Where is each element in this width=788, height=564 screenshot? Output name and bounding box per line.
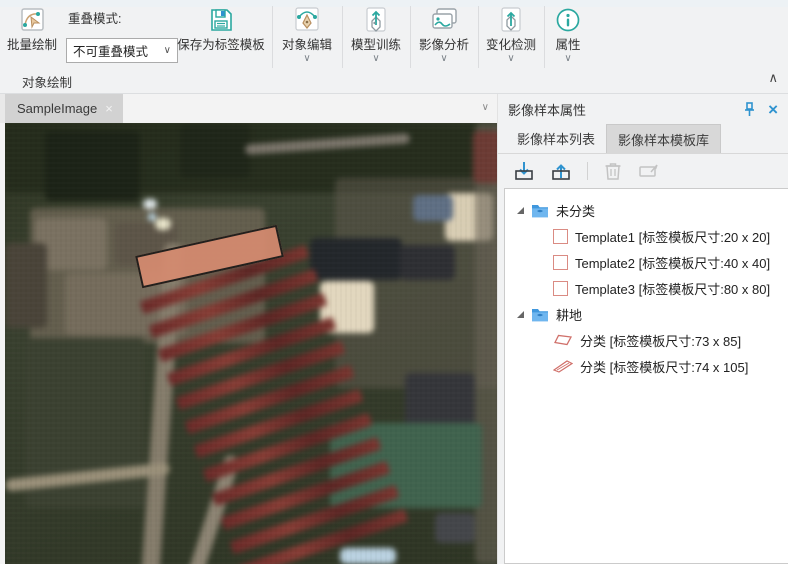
overlap-mode-select[interactable]: 不可重叠模式 ∨: [66, 38, 178, 63]
map-view[interactable]: [5, 123, 497, 564]
tree-item-template2[interactable]: Template2 [标签模板尺寸:40 x 40]: [505, 249, 788, 275]
tag-train-icon: [344, 2, 408, 38]
batch-draw-label: 批量绘制: [0, 38, 64, 53]
menu-model-training[interactable]: 模型训练 ∨: [344, 2, 408, 65]
sample-properties-panel: 影像样本属性 × 影像样本列表 影像样本模板库: [497, 94, 788, 564]
tree-item-template3[interactable]: Template3 [标签模板尺寸:80 x 80]: [505, 275, 788, 301]
template-square-icon: [553, 229, 568, 244]
folder-label: 耕地: [556, 305, 582, 324]
satellite-image: [5, 123, 497, 564]
ribbon-separator: [272, 6, 273, 68]
menu-image-analysis[interactable]: 影像分析 ∨: [412, 2, 476, 65]
tab-list-chevron-icon[interactable]: ∨: [482, 102, 489, 113]
content-area: SampleImage × ∨: [0, 94, 788, 564]
close-icon[interactable]: ×: [105, 101, 113, 116]
template-parallelogram-icon: [553, 333, 573, 347]
tree-item-label: 分类 [标签模板尺寸:74 x 105]: [580, 357, 748, 376]
ribbon-separator: [544, 6, 545, 68]
save-icon: [170, 2, 272, 38]
tree-item-label: Template1 [标签模板尺寸:20 x 20]: [575, 227, 770, 246]
info-icon: [546, 2, 590, 38]
template-square-icon: [553, 255, 568, 270]
rename-icon[interactable]: [638, 161, 660, 181]
chevron-down-icon: ∨: [274, 53, 340, 65]
menu-image-analysis-label: 影像分析: [412, 38, 476, 53]
tab-template-library[interactable]: 影像样本模板库: [606, 124, 721, 153]
map-pane: SampleImage × ∨: [0, 94, 497, 564]
menu-object-edit-label: 对象编辑: [274, 38, 340, 53]
chevron-down-icon: ∨: [546, 53, 590, 65]
panel-tab-bar: 影像样本列表 影像样本模板库: [498, 124, 788, 154]
menu-change-detection-label: 变化检测: [480, 38, 542, 53]
chevron-down-icon: ∨: [480, 53, 542, 65]
panel-header: 影像样本属性 ×: [498, 94, 788, 124]
overlap-mode-label: 重叠模式:: [68, 8, 121, 27]
import-icon[interactable]: [513, 160, 535, 182]
save-template-button[interactable]: 保存为标签模板: [170, 2, 272, 53]
folder-icon: [531, 203, 549, 218]
tree-item-label: 分类 [标签模板尺寸:73 x 85]: [580, 331, 741, 350]
ribbon-separator: [342, 6, 343, 68]
menu-model-training-label: 模型训练: [344, 38, 408, 53]
ribbon-separator: [478, 6, 479, 68]
panel-title: 影像样本属性: [508, 100, 731, 119]
batch-draw-button[interactable]: 批量绘制: [0, 2, 64, 53]
delete-icon[interactable]: [603, 160, 623, 182]
document-tab-bar: SampleImage × ∨: [0, 94, 497, 123]
pen-edit-icon: [274, 2, 340, 38]
chevron-down-icon: ∨: [412, 53, 476, 65]
folder-label: 未分类: [556, 201, 595, 220]
ribbon: 批量绘制 重叠模式: 不可重叠模式 ∨ 保存为标签模板: [0, 0, 788, 94]
template-parallelogram-icon: [553, 359, 573, 373]
menu-properties-label: 属性: [546, 38, 590, 53]
change-detect-icon: [480, 2, 542, 38]
tree-item-template1[interactable]: Template1 [标签模板尺寸:20 x 20]: [505, 223, 788, 249]
menu-properties[interactable]: 属性 ∨: [546, 2, 590, 65]
menu-change-detection[interactable]: 变化检测 ∨: [480, 2, 542, 65]
tree-item-label: Template3 [标签模板尺寸:80 x 80]: [575, 279, 770, 298]
folder-icon: [531, 307, 549, 322]
expander-icon[interactable]: [517, 311, 524, 318]
save-template-label: 保存为标签模板: [170, 38, 272, 53]
tree-item-class-1[interactable]: 分类 [标签模板尺寸:73 x 85]: [505, 327, 788, 353]
ribbon-group-label: 对象绘制: [22, 72, 72, 91]
document-tab-sampleimage[interactable]: SampleImage ×: [5, 94, 123, 123]
overlap-mode-value: 不可重叠模式: [73, 41, 148, 60]
ribbon-collapse-button[interactable]: ∧: [768, 70, 778, 86]
template-square-icon: [553, 281, 568, 296]
close-icon[interactable]: ×: [768, 101, 778, 118]
tree-folder-farmland[interactable]: 耕地: [505, 301, 788, 327]
batch-draw-icon: [0, 2, 64, 38]
pin-icon[interactable]: [743, 102, 756, 117]
template-tree: 未分类 Template1 [标签模板尺寸:20 x 20] Template2…: [504, 188, 788, 564]
panel-toolbar: [498, 154, 788, 187]
image-analysis-icon: [412, 2, 476, 38]
chevron-down-icon: ∨: [344, 53, 408, 65]
toolbar-separator: [587, 162, 588, 180]
tab-sample-list[interactable]: 影像样本列表: [506, 124, 606, 153]
tree-item-label: Template2 [标签模板尺寸:40 x 40]: [575, 253, 770, 272]
tree-item-class-2[interactable]: 分类 [标签模板尺寸:74 x 105]: [505, 353, 788, 379]
tree-folder-unclassified[interactable]: 未分类: [505, 197, 788, 223]
menu-object-edit[interactable]: 对象编辑 ∨: [274, 2, 340, 65]
app-window: 批量绘制 重叠模式: 不可重叠模式 ∨ 保存为标签模板: [0, 0, 788, 564]
ribbon-separator: [410, 6, 411, 68]
export-icon[interactable]: [550, 160, 572, 182]
document-tab-label: SampleImage: [17, 101, 97, 116]
expander-icon[interactable]: [517, 207, 524, 214]
